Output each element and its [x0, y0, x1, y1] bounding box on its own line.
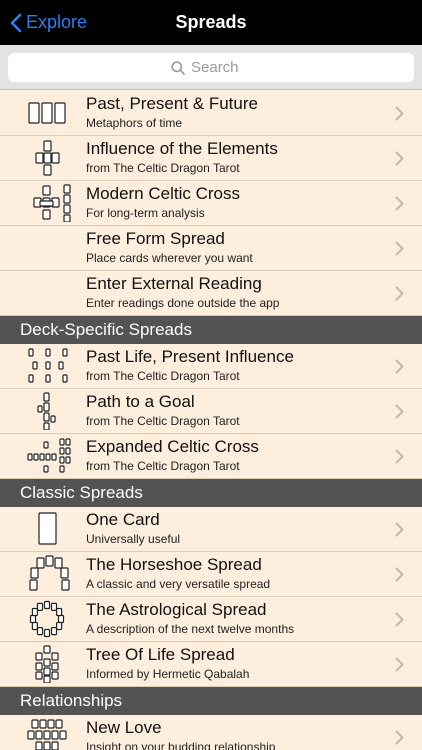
spread-title: The Horseshoe Spread: [86, 555, 262, 574]
spread-subtitle: Universally useful: [86, 532, 181, 546]
back-label: Explore: [26, 12, 88, 32]
section-header-classic-spreads: Classic Spreads: [0, 479, 422, 507]
chevron-right-icon: [395, 567, 404, 582]
chevron-right-icon: [395, 657, 404, 672]
spread-subtitle: A description of the next twelve months: [86, 622, 295, 636]
new-love-spread-icon: [27, 719, 67, 750]
chevron-left-icon: [10, 13, 22, 32]
astrological-spread-icon: [29, 600, 65, 638]
one-card-icon: [38, 512, 57, 545]
chevron-right-icon: [395, 449, 404, 464]
spread-row-free-form-spread[interactable]: Free Form Spread Place cards wherever you…: [0, 226, 422, 271]
spread-row-new-love[interactable]: New Love Insight on your budding relation…: [0, 715, 422, 750]
spread-row-modern-celtic-cross[interactable]: Modern Celtic Cross For long-term analysi…: [0, 181, 422, 226]
spread-row-the-horseshoe-spread[interactable]: The Horseshoe Spread A classic and very v…: [0, 552, 422, 597]
spread-subtitle: A classic and very versatile spread: [86, 577, 271, 591]
spread-subtitle: Place cards wherever you want: [86, 251, 253, 265]
spread-title: The Astrological Spread: [86, 600, 267, 619]
spread-subtitle: Informed by Hermetic Qabalah: [86, 667, 250, 681]
spread-title: Free Form Spread: [86, 229, 225, 248]
search-field[interactable]: [8, 53, 414, 82]
spread-title: Modern Celtic Cross: [86, 184, 240, 203]
chevron-right-icon: [395, 241, 404, 256]
spread-subtitle: Insight on your budding relationship: [86, 740, 276, 750]
spread-title: Past, Present & Future: [86, 94, 258, 113]
chevron-right-icon: [395, 196, 404, 211]
spread-row-path-to-a-goal[interactable]: Path to a Goal from The Celtic Dragon Tar…: [0, 389, 422, 434]
search-icon: [171, 60, 185, 75]
elements-spread-icon: [35, 140, 60, 176]
chevron-right-icon: [395, 404, 404, 419]
spread-row-the-astrological-spread[interactable]: The Astrological Spread A description of …: [0, 597, 422, 642]
back-button[interactable]: Explore: [10, 0, 87, 45]
spread-title: Influence of the Elements: [86, 139, 278, 158]
search-input[interactable]: [191, 59, 251, 76]
chevron-right-icon: [395, 522, 404, 537]
spread-subtitle: from The Celtic Dragon Tarot: [86, 459, 240, 473]
tree-of-life-spread-icon: [35, 645, 59, 683]
celtic-cross-spread-icon: [33, 184, 71, 222]
chevron-right-icon: [395, 359, 404, 374]
spread-title: Past Life, Present Influence: [86, 347, 294, 366]
spread-row-one-card[interactable]: One Card Universally useful: [0, 507, 422, 552]
spread-subtitle: For long-term analysis: [86, 206, 205, 220]
spread-title: New Love: [86, 718, 162, 737]
spread-subtitle: from The Celtic Dragon Tarot: [86, 161, 240, 175]
blank-spread-icon: [14, 229, 82, 267]
blank-spread-icon: [14, 274, 82, 312]
spread-title: Enter External Reading: [86, 274, 262, 293]
chevron-right-icon: [395, 730, 404, 745]
expanded-cross-spread-icon: [27, 438, 71, 473]
spread-title: One Card: [86, 510, 160, 529]
spread-row-past-life-present-influence[interactable]: Past Life, Present Influence from The Cel…: [0, 344, 422, 389]
chevron-right-icon: [395, 106, 404, 121]
spreads-list: Past, Present & Future Metaphors of time I…: [0, 91, 422, 750]
spread-row-expanded-celtic-cross[interactable]: Expanded Celtic Cross from The Celtic Dra…: [0, 434, 422, 479]
horseshoe-spread-icon: [29, 555, 70, 591]
spread-title: Expanded Celtic Cross: [86, 437, 259, 456]
spread-row-influence-of-the-elements[interactable]: Influence of the Elements from The Celtic…: [0, 136, 422, 181]
path-spread-icon: [37, 392, 56, 430]
spread-subtitle: Enter readings done outside the app: [86, 296, 280, 310]
spread-title: Path to a Goal: [86, 392, 195, 411]
three-card-spread-icon: [28, 102, 66, 124]
spread-row-tree-of-life-spread[interactable]: Tree Of Life Spread Informed by Hermetic …: [0, 642, 422, 687]
spread-subtitle: from The Celtic Dragon Tarot: [86, 369, 240, 383]
spread-row-enter-external-reading[interactable]: Enter External Reading Enter readings don…: [0, 271, 422, 316]
spread-subtitle: Metaphors of time: [86, 116, 183, 130]
nav-bar: Explore Spreads: [0, 0, 422, 45]
chevron-right-icon: [395, 151, 404, 166]
chevron-right-icon: [395, 286, 404, 301]
search-bar: [0, 45, 422, 90]
spread-row-past-present-and-future[interactable]: Past, Present & Future Metaphors of time: [0, 91, 422, 136]
spread-subtitle: from The Celtic Dragon Tarot: [86, 414, 240, 428]
section-header-deck-specific-spreads: Deck-Specific Spreads: [0, 316, 422, 344]
chevron-right-icon: [395, 612, 404, 627]
past-life-spread-icon: [28, 348, 68, 383]
section-header-relationships: Relationships: [0, 687, 422, 715]
spread-title: Tree Of Life Spread: [86, 645, 235, 664]
